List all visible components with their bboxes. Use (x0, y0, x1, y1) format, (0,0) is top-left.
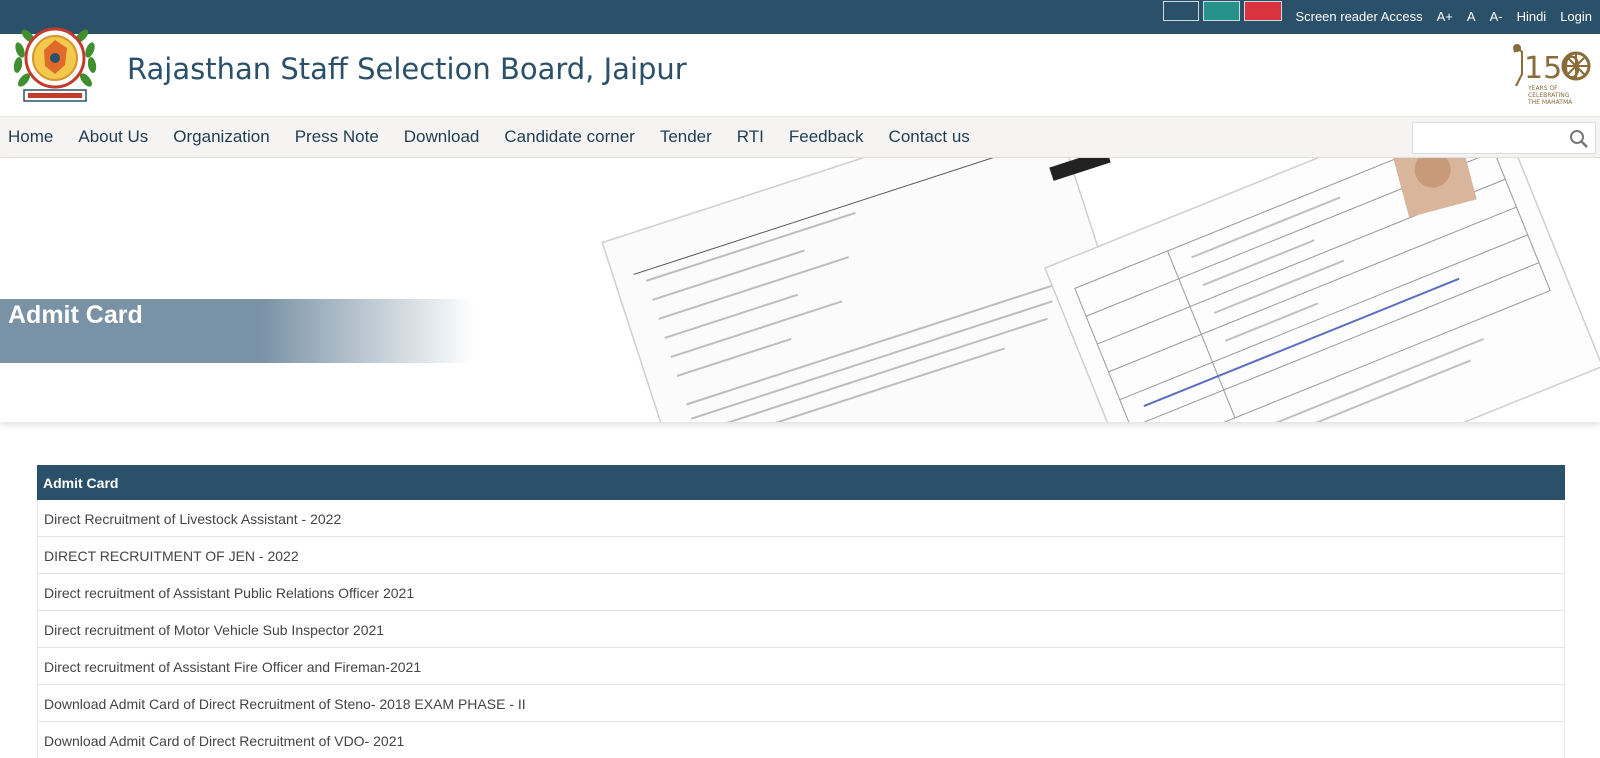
accessibility-links: Screen reader Access A+ A A- Hindi Login (1281, 9, 1592, 24)
table-row[interactable]: Direct recruitment of Assistant Fire Off… (37, 648, 1565, 685)
nav-organization[interactable]: Organization (173, 127, 269, 147)
login-link[interactable]: Login (1560, 9, 1592, 24)
page-banner: Admit Card (0, 158, 1600, 422)
nav-feedback[interactable]: Feedback (789, 127, 864, 147)
badge-text-3: THE MAHATMA (1527, 99, 1573, 106)
table-row[interactable]: Direct recruitment of Motor Vehicle Sub … (37, 611, 1565, 648)
site-title[interactable]: Rajasthan Staff Selection Board, Jaipur (127, 52, 687, 86)
search-input[interactable] (1412, 122, 1596, 154)
nav-tender[interactable]: Tender (660, 127, 712, 147)
gandhi-150-badge-icon: 150 YEARS OF CELEBRATING THE MAHATMA (1513, 44, 1591, 106)
table-row[interactable]: Direct recruitment of Assistant Public R… (37, 574, 1565, 611)
font-decrease-link[interactable]: A- (1490, 9, 1503, 24)
nav-press-note[interactable]: Press Note (295, 127, 379, 147)
badge-text-2: CELEBRATING (1528, 92, 1570, 99)
font-increase-link[interactable]: A+ (1437, 9, 1453, 24)
table-row[interactable]: Direct Recruitment of Livestock Assistan… (37, 500, 1565, 537)
nav-candidate-corner[interactable]: Candidate corner (504, 127, 634, 147)
badge-text-1: YEARS OF (1527, 85, 1558, 92)
screen-reader-link[interactable]: Screen reader Access (1295, 9, 1422, 24)
page-title: Admit Card (8, 301, 143, 329)
table-row[interactable]: Download Admit Card of Direct Recruitmen… (37, 722, 1565, 758)
nav-download[interactable]: Download (404, 127, 480, 147)
theme-blue-button[interactable] (1163, 1, 1199, 21)
search-icon[interactable] (1569, 129, 1589, 149)
rssb-emblem-logo[interactable] (10, 10, 100, 106)
theme-teal-button[interactable] (1203, 1, 1240, 21)
font-normal-link[interactable]: A (1467, 9, 1476, 24)
nav-about-us[interactable]: About Us (78, 127, 148, 147)
admit-card-table: Admit Card Direct Recruitment of Livesto… (37, 465, 1565, 758)
main-navigation: Home About Us Organization Press Note Do… (0, 116, 1600, 158)
nav-menu: Home About Us Organization Press Note Do… (8, 127, 995, 147)
theme-red-button[interactable] (1244, 1, 1282, 21)
top-utility-bar: Screen reader Access A+ A A- Hindi Login (0, 0, 1600, 34)
hindi-link[interactable]: Hindi (1517, 9, 1547, 24)
admit-card-documents-image (601, 158, 1600, 422)
table-row[interactable]: DIRECT RECRUITMENT OF JEN - 2022 (37, 537, 1565, 574)
nav-rti[interactable]: RTI (737, 127, 764, 147)
table-header: Admit Card (37, 465, 1565, 500)
nav-contact-us[interactable]: Contact us (889, 127, 970, 147)
table-row[interactable]: Download Admit Card of Direct Recruitmen… (37, 685, 1565, 722)
nav-home[interactable]: Home (8, 127, 53, 147)
